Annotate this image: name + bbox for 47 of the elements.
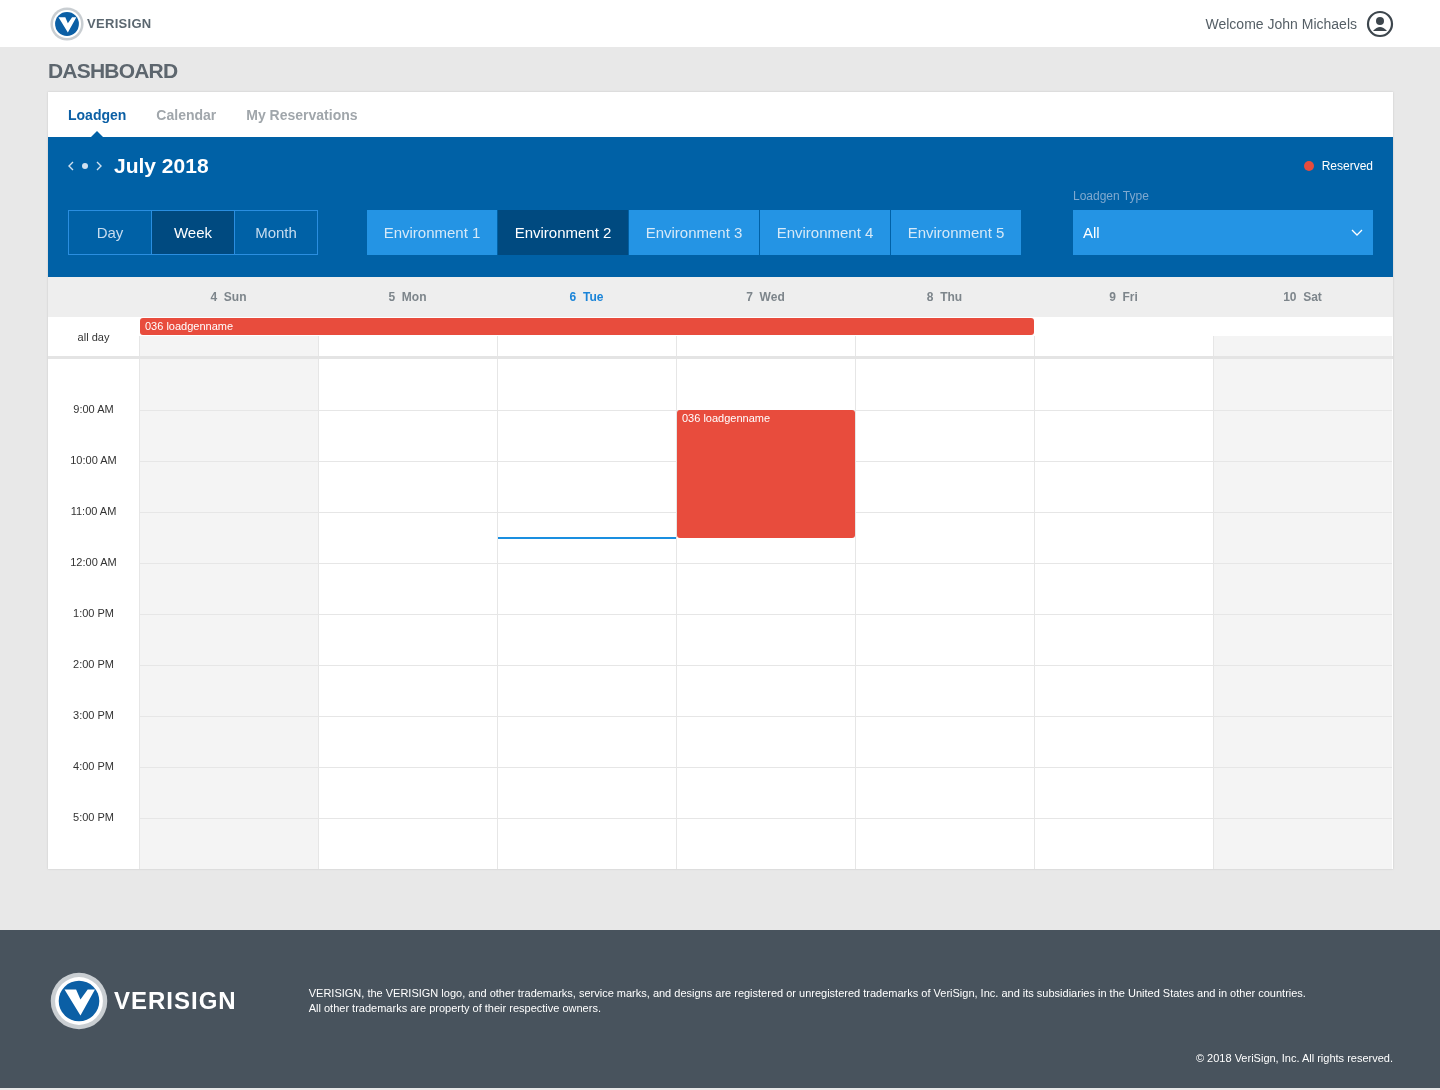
day-header: 7 Wed <box>746 290 785 304</box>
loadgen-type-select[interactable]: All <box>1073 210 1373 255</box>
time-label: 2:00 PM <box>73 658 114 672</box>
event-block[interactable]: 036 loadgenname <box>677 410 855 538</box>
chevron-left-icon[interactable] <box>68 161 74 171</box>
welcome-text: Welcome John Michaels <box>1205 15 1357 32</box>
field-label: Loadgen Type <box>1073 189 1150 203</box>
user-icon[interactable] <box>1366 9 1394 38</box>
legal-text: All other trademarks are property of their respective owners. <box>308 1001 602 1016</box>
environment-tab[interactable]: Environment 5 <box>891 210 1021 255</box>
legend-label: Reserved <box>1321 159 1373 173</box>
event-bar[interactable]: 036 loadgenname <box>140 318 318 335</box>
page-title: DASHBOARD <box>48 59 179 82</box>
tab[interactable]: Loadgen <box>68 92 127 137</box>
brand-name: VERISIGN <box>87 16 152 31</box>
copyright-text: © 2018 VeriSign, Inc. All rights reserved. <box>1195 1052 1393 1064</box>
view-button[interactable]: Month <box>234 210 318 255</box>
environment-tab[interactable]: Environment 2 <box>498 210 628 255</box>
time-label: 12:00 AM <box>70 556 117 570</box>
legal-text: VERISIGN, the VERISIGN logo, and other trademarks, service marks, and designs are registered or unregistered trademarks of VeriSign, Inc. and its subsidiaries in the United States and in other countries. <box>308 986 1306 1001</box>
logo-icon <box>50 972 108 1030</box>
time-label: 4:00 PM <box>73 760 114 774</box>
day-header: 4 Sun <box>210 290 247 304</box>
day-header: 10 Sat <box>1283 290 1322 304</box>
all-day-label: all day <box>77 330 110 343</box>
time-label: 9:00 AM <box>73 403 114 417</box>
tab[interactable]: My Reservations <box>246 92 358 137</box>
month-title: July 2018 <box>114 154 209 178</box>
time-label: 3:00 PM <box>73 709 114 723</box>
day-header: 5 Mon <box>388 290 427 304</box>
environment-tab[interactable]: Environment 3 <box>629 210 759 255</box>
time-label: 1:00 PM <box>73 607 114 621</box>
environment-tab[interactable]: Environment 1 <box>367 210 497 255</box>
view-button[interactable]: Week <box>151 210 235 255</box>
chevron-right-icon[interactable] <box>96 161 102 171</box>
day-header: 6 Tue <box>569 290 604 304</box>
time-label: 11:00 AM <box>70 505 117 519</box>
time-label: 5:00 PM <box>73 811 114 825</box>
brand-name: VERISIGN <box>114 987 237 1015</box>
chevron-down-icon <box>1351 229 1363 236</box>
day-header: 9 Fri <box>1109 290 1138 304</box>
environment-tab[interactable]: Environment 4 <box>760 210 890 255</box>
tab[interactable]: Calendar <box>156 92 217 137</box>
logo-icon <box>50 6 84 41</box>
time-label: 10:00 AM <box>70 454 117 468</box>
dot-icon[interactable] <box>82 163 88 169</box>
day-header: 8 Thu <box>926 290 963 304</box>
